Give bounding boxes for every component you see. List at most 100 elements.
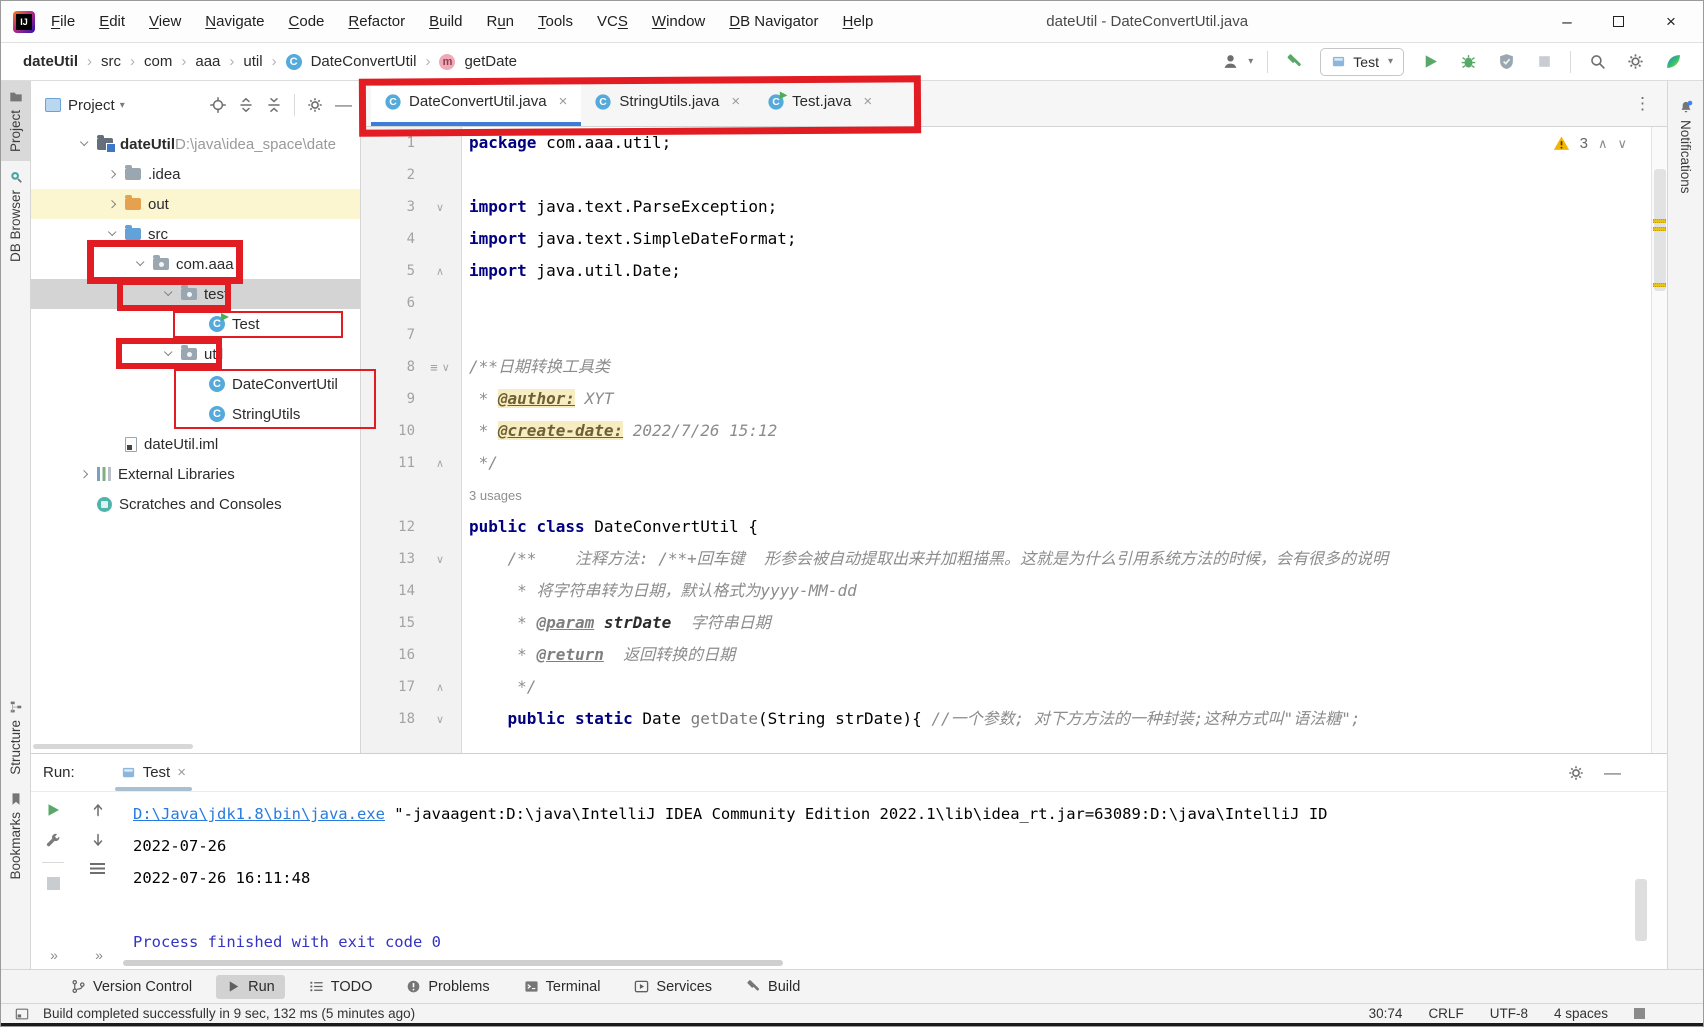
readonly-lock-icon[interactable] (1634, 1008, 1645, 1019)
menu-item-window[interactable]: Window (652, 13, 705, 30)
breadcrumb-item-util[interactable]: util (243, 53, 262, 70)
toolwindow-button-build[interactable]: Build (736, 975, 810, 999)
tree-item-scratches-and-consoles[interactable]: Scratches and Consoles (31, 489, 360, 519)
debug-button[interactable] (1456, 50, 1480, 74)
breadcrumb-item-com[interactable]: com (144, 53, 172, 70)
fold-marker-icon[interactable]: ∧ (436, 681, 444, 694)
editor-tab-stringutils-java[interactable]: C StringUtils.java × (581, 81, 754, 126)
chevron-down-icon[interactable] (99, 227, 125, 238)
stripe-item-structure[interactable]: Structure (1, 691, 30, 784)
stop-button[interactable] (1532, 50, 1556, 74)
code-line[interactable]: 3 usages (361, 479, 1667, 511)
hide-panel-icon[interactable]: — (335, 95, 352, 115)
code-line[interactable]: 2 (361, 159, 1667, 191)
project-view-caret-icon[interactable]: ▾ (120, 100, 125, 111)
menu-item-refactor[interactable]: Refactor (348, 13, 405, 30)
close-button[interactable]: × (1645, 4, 1697, 40)
soft-wrap-icon[interactable] (90, 862, 106, 874)
tree-item-dateconvertutil[interactable]: C DateConvertUtil (31, 369, 360, 399)
hide-run-panel-icon[interactable]: — (1604, 763, 1621, 783)
run-console-output[interactable]: D:\Java\jdk1.8\bin\java.exe "-javaagent:… (121, 792, 1667, 969)
fold-marker-icon[interactable]: ∨ (442, 361, 450, 374)
toolwindow-button-terminal[interactable]: Terminal (514, 975, 611, 999)
expand-all-icon[interactable] (238, 97, 254, 113)
file-encoding[interactable]: UTF-8 (1490, 1006, 1528, 1021)
caret-position[interactable]: 30:74 (1369, 1006, 1403, 1021)
edit-configuration-icon[interactable] (45, 832, 61, 848)
toolwindow-button-version-control[interactable]: Version Control (61, 975, 202, 999)
run-tab-close-icon[interactable]: × (177, 764, 186, 781)
fold-marker-icon[interactable]: ∧ (436, 265, 444, 278)
chevron-right-icon[interactable] (99, 199, 125, 209)
search-everywhere-icon[interactable] (1585, 50, 1609, 74)
tool-window-toggle-icon[interactable] (15, 1007, 29, 1021)
warning-count[interactable]: 3 (1580, 135, 1588, 152)
project-panel-title[interactable]: Project (68, 97, 115, 114)
menu-item-code[interactable]: Code (289, 13, 325, 30)
stop-process-button[interactable] (46, 877, 60, 890)
maximize-button[interactable] (1593, 4, 1645, 40)
collapse-all-icon[interactable] (266, 97, 282, 113)
menu-item-run[interactable]: Run (486, 13, 514, 30)
fold-marker-icon[interactable]: ∨ (436, 553, 444, 566)
usages-inlay-hint[interactable]: 3 usages (461, 488, 522, 503)
console-link[interactable]: D:\Java\jdk1.8\bin\java.exe (133, 805, 385, 823)
code-line[interactable]: 14 * 将字符串转为日期，默认格式为yyyy-MM-dd (361, 575, 1667, 607)
more-actions-icon[interactable]: » (95, 947, 103, 963)
stripe-item-bookmarks[interactable]: Bookmarks (1, 783, 30, 889)
locate-file-icon[interactable] (210, 97, 226, 113)
toolwindow-button-problems[interactable]: Problems (396, 975, 499, 999)
tree-item-external-libraries[interactable]: External Libraries (31, 459, 360, 489)
menu-item-edit[interactable]: Edit (99, 13, 125, 30)
code-editor[interactable]: 1 package com.aaa.util; 2 3 ∨ import java.tex… (361, 127, 1667, 753)
code-line[interactable]: 3 ∨ import java.text.ParseException; (361, 191, 1667, 223)
error-stripe[interactable] (1651, 127, 1667, 753)
indent-setting[interactable]: 4 spaces (1554, 1006, 1608, 1021)
code-line[interactable]: 13 ∨ /** 注释方法: /**+回车键 形参会被自动提取出来并加粗描黑。这就… (361, 543, 1667, 575)
breadcrumb-item-src[interactable]: src (101, 53, 121, 70)
tree-item-stringutils[interactable]: C StringUtils (31, 399, 360, 429)
editor-tab-test-java[interactable]: C Test.java × (754, 81, 886, 126)
code-line[interactable]: 12 public class DateConvertUtil { (361, 511, 1667, 543)
code-line[interactable]: 1 package com.aaa.util; (361, 127, 1667, 159)
run-settings-gear-icon[interactable] (1568, 765, 1584, 781)
minimize-button[interactable]: – (1541, 4, 1593, 40)
chevron-down-icon[interactable] (127, 257, 153, 268)
code-line[interactable]: 6 (361, 287, 1667, 319)
tree-item-util[interactable]: util (31, 339, 360, 369)
code-line[interactable]: 8 ≡ ∨/**日期转换工具类 (361, 351, 1667, 383)
toolwindow-button-run[interactable]: Run (216, 974, 285, 999)
code-line[interactable]: 11 ∧ */ (361, 447, 1667, 479)
fold-marker-icon[interactable]: ∧ (436, 457, 444, 470)
breadcrumb-item-getdate[interactable]: getDate (464, 53, 517, 70)
menu-item-tools[interactable]: Tools (538, 13, 573, 30)
breadcrumb-item-dateconvertutil[interactable]: DateConvertUtil (311, 53, 417, 70)
run-configuration-select[interactable]: Test ▾ (1320, 47, 1404, 76)
tree-item-dateutil-iml[interactable]: dateUtil.iml (31, 429, 360, 459)
code-line[interactable]: 7 (361, 319, 1667, 351)
code-line[interactable]: 16 * @return 返回转换的日期 (361, 639, 1667, 671)
run-with-coverage-button[interactable] (1494, 50, 1518, 74)
menu-item-help[interactable]: Help (842, 13, 873, 30)
console-vscrollbar[interactable] (1635, 879, 1647, 941)
code-line[interactable]: 4 import java.text.SimpleDateFormat; (361, 223, 1667, 255)
tree-item-src[interactable]: src (31, 219, 360, 249)
line-separator[interactable]: CRLF (1428, 1006, 1463, 1021)
tab-close-icon[interactable]: × (863, 93, 872, 110)
stripe-item-project[interactable]: Project (1, 81, 30, 162)
warning-mark[interactable] (1653, 283, 1666, 287)
tree-item-test[interactable]: C Test (31, 309, 360, 339)
tab-options-kebab-icon[interactable]: ⋮ (1634, 94, 1651, 114)
chevron-down-icon[interactable] (155, 347, 181, 358)
user-profile-icon[interactable] (1218, 50, 1242, 74)
code-line[interactable]: 9 * @author: XYT (361, 383, 1667, 415)
project-hscrollbar[interactable] (33, 744, 193, 749)
code-line[interactable]: 15 * @param strDate 字符串日期 (361, 607, 1667, 639)
menu-item-navigate[interactable]: Navigate (205, 13, 264, 30)
tree-item-com-aaa[interactable]: com.aaa (31, 249, 360, 279)
code-line[interactable]: 17 ∧ */ (361, 671, 1667, 703)
toolwindow-button-services[interactable]: Services (624, 975, 722, 999)
stripe-item-db-browser[interactable]: DB Browser (1, 161, 30, 271)
more-actions-icon[interactable]: » (50, 947, 58, 963)
menu-item-vcs[interactable]: VCS (597, 13, 628, 30)
